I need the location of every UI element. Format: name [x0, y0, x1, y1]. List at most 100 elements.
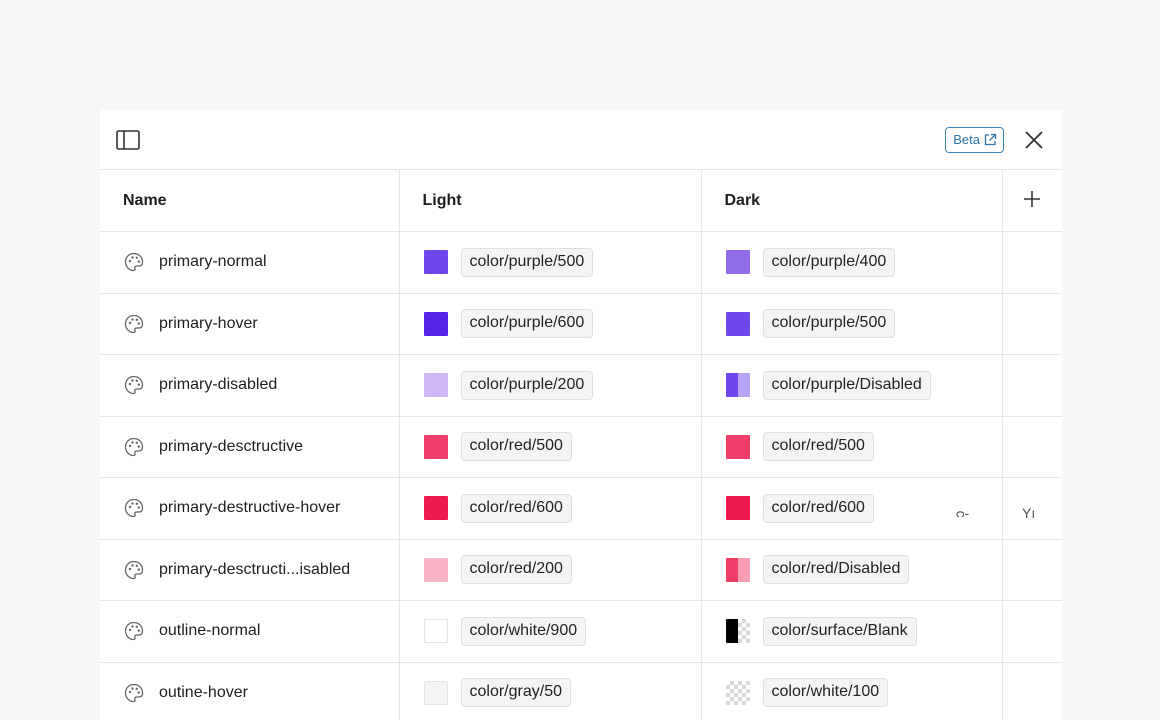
beta-link-button[interactable]: Beta [945, 126, 1004, 153]
color-swatch [423, 496, 448, 521]
alias-chip[interactable]: color/purple/Disabled [762, 370, 931, 400]
palette-icon [124, 376, 144, 395]
variable-name: primary-desctructive [159, 437, 304, 455]
dark-value-cell[interactable]: color/purple/Disabled [701, 354, 1003, 417]
light-value-cell[interactable]: color/gray/50 [399, 662, 702, 720]
column-header-dark[interactable]: Dark [701, 170, 1003, 232]
palette-icon [124, 314, 144, 333]
table-row[interactable]: outine-hover color/gray/50 color/white/1… [100, 662, 1062, 720]
alias-chip[interactable]: color/white/900 [460, 616, 587, 646]
alias-chip[interactable]: color/red/500 [460, 432, 572, 462]
variable-name: primary-hover [159, 314, 258, 332]
color-swatch [725, 373, 750, 398]
alias-chip[interactable]: color/surface/Blank [762, 616, 917, 646]
column-header-light[interactable]: Light [399, 170, 702, 232]
color-swatch [423, 619, 448, 644]
variable-name: outline-normal [159, 622, 261, 640]
dark-value-cell[interactable]: color/red/500 [701, 416, 1003, 478]
table-row[interactable]: primary-desctructi...isabled color/red/2… [100, 539, 1062, 601]
alias-chip[interactable]: color/gray/50 [460, 678, 571, 708]
alias-chip[interactable]: color/red/600 [762, 493, 874, 523]
palette-icon [124, 560, 144, 579]
toolbar-right: Beta [945, 126, 1044, 153]
color-swatch [725, 680, 750, 705]
alias-chip[interactable]: color/red/500 [762, 432, 874, 462]
variable-name: primary-destructive-hover [159, 499, 341, 517]
color-swatch [725, 619, 750, 644]
add-mode-button[interactable] [1022, 189, 1042, 209]
light-value-cell[interactable]: color/purple/600 [399, 293, 702, 355]
empty-cell [1002, 231, 1062, 294]
table-header-row: Name Light Dark [100, 170, 1062, 232]
palette-icon [124, 437, 144, 456]
variable-name: primary-disabled [159, 376, 278, 394]
table-row[interactable]: primary-hover color/purple/600 color/pur… [100, 293, 1062, 355]
external-link-icon [984, 133, 997, 146]
table-row[interactable]: primary-disabled color/purple/200 color/… [100, 354, 1062, 417]
add-mode-cell [1002, 170, 1062, 232]
alias-chip[interactable]: color/purple/200 [460, 370, 594, 400]
palette-icon [124, 253, 144, 272]
close-button[interactable] [1024, 130, 1044, 150]
alias-chip[interactable]: color/purple/500 [460, 247, 594, 277]
variable-name-cell[interactable]: primary-hover [100, 293, 400, 355]
variable-name-cell[interactable]: outine-hover [100, 662, 400, 720]
color-swatch [423, 680, 448, 705]
light-value-cell[interactable]: color/purple/500 [399, 231, 702, 294]
dark-value-cell[interactable]: color/purple/400 [701, 231, 1003, 294]
dark-value-cell[interactable]: color/white/100 [701, 662, 1003, 720]
color-swatch [725, 557, 750, 582]
palette-icon [124, 499, 144, 518]
palette-icon [124, 683, 144, 702]
render-artifact: ᴒ- [956, 505, 970, 521]
table-row[interactable]: primary-desctructive color/red/500 color… [100, 416, 1062, 478]
empty-cell [1002, 662, 1062, 720]
table-row[interactable]: primary-normal color/purple/500 color/pu… [100, 231, 1062, 294]
column-header-name[interactable]: Name [100, 170, 400, 232]
alias-chip[interactable]: color/white/100 [762, 678, 889, 708]
plus-icon [1024, 190, 1041, 207]
alias-chip[interactable]: color/purple/600 [460, 309, 594, 339]
light-value-cell[interactable]: color/white/900 [399, 600, 702, 663]
variable-name-cell[interactable]: primary-destructive-hover [100, 477, 400, 540]
color-swatch [423, 434, 448, 459]
color-swatch [423, 557, 448, 582]
empty-cell [1002, 293, 1062, 355]
alias-chip[interactable]: color/purple/500 [762, 309, 896, 339]
sidebar-toggle-button[interactable] [116, 129, 140, 150]
alias-chip[interactable]: color/purple/400 [762, 247, 896, 277]
alias-chip[interactable]: color/red/600 [460, 493, 572, 523]
light-value-cell[interactable]: color/red/500 [399, 416, 702, 478]
color-swatch [423, 373, 448, 398]
variable-name: primary-desctructi...isabled [159, 560, 351, 578]
beta-label: Beta [953, 132, 980, 147]
variable-name: primary-normal [159, 253, 267, 271]
light-value-cell[interactable]: color/red/200 [399, 539, 702, 601]
dark-value-cell[interactable]: color/purple/500 [701, 293, 1003, 355]
variable-name-cell[interactable]: primary-desctructi...isabled [100, 539, 400, 601]
sidebar-panel-icon [116, 129, 140, 150]
variables-table: Name Light Dark primary-normal color/pur… [100, 170, 1062, 720]
dark-value-cell[interactable]: color/red/Disabled [701, 539, 1003, 601]
alias-chip[interactable]: color/red/Disabled [762, 555, 910, 585]
variable-name-cell[interactable]: outline-normal [100, 600, 400, 663]
light-value-cell[interactable]: color/red/600 [399, 477, 702, 540]
variable-name-cell[interactable]: primary-normal [100, 231, 400, 294]
empty-cell [1002, 416, 1062, 478]
color-swatch [725, 496, 750, 521]
table-row[interactable]: primary-destructive-hover color/red/600 … [100, 477, 1062, 540]
color-swatch [423, 250, 448, 275]
table-row[interactable]: outline-normal color/white/900 color/sur… [100, 600, 1062, 663]
empty-cell [1002, 354, 1062, 417]
variable-name-cell[interactable]: primary-disabled [100, 354, 400, 417]
palette-icon [124, 622, 144, 641]
light-value-cell[interactable]: color/purple/200 [399, 354, 702, 417]
variable-name-cell[interactable]: primary-desctructive [100, 416, 400, 478]
alias-chip[interactable]: color/red/200 [460, 555, 572, 585]
render-artifact: Yı [1022, 505, 1036, 521]
dark-value-cell[interactable]: color/surface/Blank [701, 600, 1003, 663]
panel-toolbar: Beta [100, 110, 1062, 170]
close-icon [1025, 130, 1043, 149]
variable-name: outine-hover [159, 683, 248, 701]
color-swatch [725, 250, 750, 275]
